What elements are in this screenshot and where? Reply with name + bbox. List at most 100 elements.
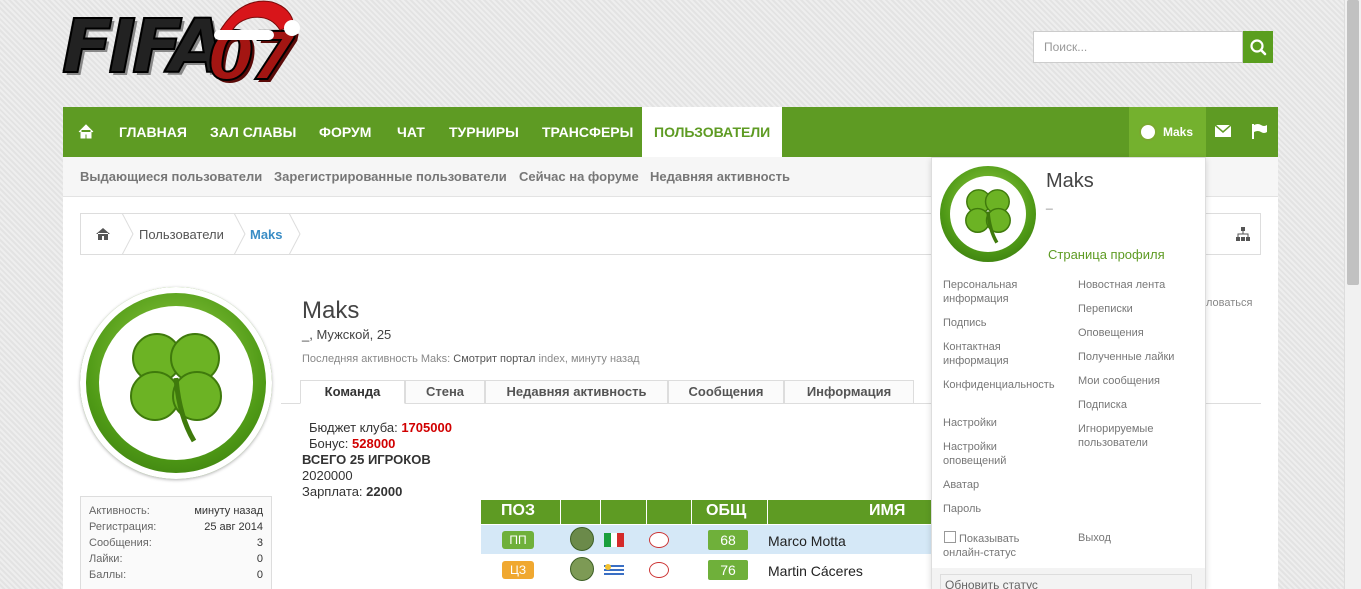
scrollbar-thumb[interactable] [1347, 0, 1359, 285]
breadcrumb-current[interactable]: Maks [250, 227, 283, 242]
subnav-notable-members[interactable]: Выдающиеся пользователи [80, 169, 262, 184]
clover-icon [130, 333, 222, 443]
dropdown-user-title: _ [1046, 196, 1053, 210]
menu-privacy[interactable]: Конфиденциальность [943, 378, 1069, 392]
stat-activity: Активность: минуту назад [89, 505, 263, 517]
menu-signature[interactable]: Подпись [943, 316, 1063, 330]
menu-ignored-users[interactable]: Игнорируемые пользователи [1078, 422, 1178, 450]
subnav-online-now[interactable]: Сейчас на форуме [519, 169, 639, 184]
team-budget: Бюджет клуба: 1705000 Бонус: 528000 ВСЕГ… [302, 420, 452, 500]
header-name: ИМЯ [869, 502, 906, 519]
menu-following[interactable]: Подписка [1078, 398, 1198, 412]
player-name[interactable]: Marco Motta [768, 533, 846, 549]
nav-main[interactable]: ГЛАВНАЯ [119, 107, 187, 157]
profile-last-activity: Последняя активность Maks: Смотрит порта… [302, 353, 640, 365]
breadcrumb-users[interactable]: Пользователи [139, 227, 224, 242]
site-logo[interactable]: FIFA 07 [60, 0, 300, 96]
subnav-recent-activity[interactable]: Недавняя активность [650, 169, 790, 184]
breadcrumb-separator [233, 213, 246, 255]
header-ovr: ОБЩ [706, 502, 747, 519]
logout-link[interactable]: Выход [1078, 531, 1111, 545]
dropdown-avatar-background [950, 176, 1026, 252]
santa-hat-icon [214, 0, 300, 40]
tab-team[interactable]: Команда [300, 380, 405, 404]
menu-news-feed[interactable]: Новостная лента [1078, 278, 1198, 292]
page-scrollbar[interactable] [1344, 0, 1361, 589]
menu-alerts[interactable]: Оповещения [1078, 326, 1198, 340]
menu-avatar[interactable]: Аватар [943, 478, 1063, 492]
menu-password[interactable]: Пароль [943, 502, 1063, 516]
nav-username: Maks [1163, 125, 1194, 139]
nav-users[interactable]: ПОЛЬЗОВАТЕЛИ [642, 107, 783, 157]
dropdown-avatar[interactable] [940, 166, 1036, 262]
search-button[interactable] [1243, 31, 1273, 63]
overall-rating: 76 [708, 560, 748, 580]
position-badge: ЦЗ [502, 561, 534, 579]
menu-contact-info[interactable]: Контактная информация [943, 340, 1063, 368]
menu-likes-received[interactable]: Полученные лайки [1078, 350, 1198, 364]
nav-tournaments[interactable]: ТУРНИРЫ [449, 107, 519, 157]
tab-recent-activity[interactable]: Недавняя активность [485, 380, 668, 404]
budget-line: Бюджет клуба: 1705000 [309, 420, 452, 435]
menu-settings[interactable]: Настройки [943, 416, 1063, 430]
breadcrumb-separator [288, 213, 301, 255]
avatar-clover-background [99, 306, 253, 460]
breadcrumb-separator [121, 213, 134, 255]
dropdown-username: Maks [1046, 170, 1094, 192]
search-input[interactable]: Поиск... [1033, 31, 1243, 63]
nav-home[interactable] [77, 107, 95, 157]
envelope-icon[interactable] [1214, 124, 1232, 143]
nav-forum[interactable]: ФОРУМ [319, 107, 371, 157]
tab-info[interactable]: Информация [784, 380, 914, 404]
profile-name: Maks [302, 297, 360, 324]
stat-registered: Регистрация: 25 авг 2014 [89, 521, 263, 533]
logo-wordmark: FIFA [61, 3, 227, 91]
table-row[interactable]: ПП 68 Marco Motta [481, 525, 941, 555]
stat-likes: Лайки: 0 [89, 553, 263, 565]
home-icon [96, 228, 110, 240]
menu-alert-settings[interactable]: Настройки оповещений [943, 440, 1043, 468]
club-psv-icon [649, 532, 669, 548]
total-value: 2020000 [302, 468, 353, 483]
search-icon [1250, 39, 1267, 56]
show-online-status-label[interactable]: Показывать онлайн-статус [943, 532, 1043, 560]
table-row[interactable]: ЦЗ 76 Martin Cáceres [481, 555, 941, 585]
follow-link-partial[interactable]: ловаться [1206, 297, 1252, 309]
user-dropdown-menu: Maks _ Страница профиля Персональная инф… [931, 157, 1206, 589]
flag-italy-icon [604, 533, 624, 547]
table-header: ПОЗ ОБЩ ИМЯ [481, 500, 941, 524]
player-face [570, 557, 594, 581]
tab-wall[interactable]: Стена [405, 380, 485, 404]
total-players: ВСЕГО 25 ИГРОКОВ [302, 452, 431, 467]
player-face [570, 527, 594, 551]
profile-page-link[interactable]: Страница профиля [1048, 247, 1165, 262]
salary-line: Зарплата: 22000 [302, 484, 403, 499]
breadcrumb-home[interactable] [95, 226, 111, 247]
bonus-line: Бонус: 528000 [309, 436, 396, 451]
nav-hall-of-fame[interactable]: ЗАЛ СЛАВЫ [210, 107, 296, 157]
main-navbar: ГЛАВНАЯ ЗАЛ СЛАВЫ ФОРУМ ЧАТ ТУРНИРЫ ТРАН… [63, 107, 1278, 157]
nav-chat[interactable]: ЧАТ [397, 107, 425, 157]
home-icon [78, 124, 94, 139]
user-avatar-small [1139, 123, 1157, 141]
nav-user-menu[interactable]: Maks [1129, 107, 1206, 157]
menu-personal-info[interactable]: Персональная информация [943, 278, 1063, 306]
profile-stats: Активность: минуту назад Регистрация: 25 а… [80, 496, 272, 589]
flag-uruguay-icon [604, 563, 624, 577]
profile-avatar[interactable] [80, 287, 272, 479]
last-activity-link[interactable]: index [539, 353, 565, 365]
status-update-input[interactable]: Обновить статус [940, 574, 1192, 589]
menu-my-posts[interactable]: Мои сообщения [1078, 374, 1198, 388]
tab-messages[interactable]: Сообщения [668, 380, 784, 404]
stat-points: Баллы: 0 [89, 569, 263, 581]
subnav-registered-members[interactable]: Зарегистрированные пользователи [274, 169, 507, 184]
overall-rating: 68 [708, 530, 748, 550]
sitemap-icon[interactable] [1236, 227, 1250, 246]
clover-icon [965, 189, 1011, 244]
player-name[interactable]: Martin Cáceres [768, 563, 863, 579]
menu-conversations[interactable]: Переписки [1078, 302, 1198, 316]
flag-icon[interactable] [1251, 123, 1267, 144]
header-pos: ПОЗ [501, 502, 535, 519]
nav-transfers[interactable]: ТРАНСФЕРЫ [542, 107, 633, 157]
stat-messages: Сообщения: 3 [89, 537, 263, 549]
